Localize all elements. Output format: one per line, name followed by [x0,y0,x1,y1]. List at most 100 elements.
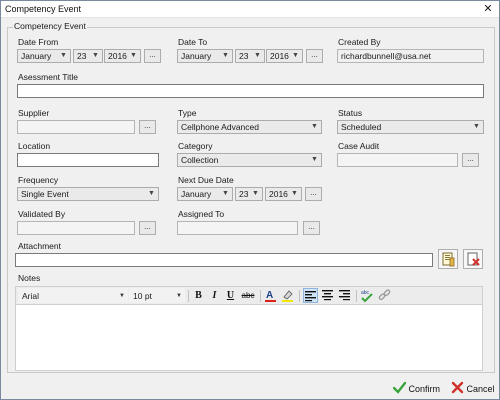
confirm-button[interactable]: Confirm [392,381,441,396]
align-left-icon [305,291,316,302]
close-icon[interactable]: ✕ [481,3,495,16]
checkmark-icon [392,381,407,394]
align-center-icon [322,290,333,301]
underline-button[interactable]: U [223,288,238,303]
frequency-select[interactable]: Single Event ▼ [17,187,159,201]
chevron-down-icon: ▼ [222,52,229,59]
bold-button[interactable]: B [191,288,206,303]
supplier-label: Supplier [18,108,50,118]
insert-link-button[interactable] [377,288,392,303]
italic-button[interactable]: I [207,288,222,303]
competency-event-dialog: Competency Event ✕ Competency Event Date… [0,0,500,400]
attachment-label: Attachment [18,241,61,251]
spell-check-icon: abc [361,290,373,303]
toolbar-separator [299,290,300,302]
chevron-down-icon: ▼ [252,190,259,197]
frequency-label: Frequency [18,175,59,185]
date-to-day-select[interactable]: 23 ▼ [235,49,265,63]
strikethrough-button[interactable]: abc [239,288,257,303]
highlighter-icon [282,290,293,302]
chevron-down-icon: ▼ [148,190,155,197]
next-due-year-select[interactable]: 2016 ▼ [265,187,302,201]
delete-file-icon [467,252,480,266]
spell-check-button[interactable]: abc [360,288,375,303]
browse-attachment-button[interactable] [438,249,458,269]
chevron-down-icon: ▼ [119,293,125,299]
chevron-down-icon: ▼ [473,123,480,130]
title-bar: Competency Event ✕ [1,1,499,18]
chevron-down-icon: ▼ [60,52,67,59]
toolbar-separator [356,290,357,302]
align-right-button[interactable] [337,288,352,303]
chevron-down-icon: ▼ [92,52,99,59]
next-due-month-select[interactable]: January ▼ [177,187,233,201]
assigned-to-field [177,221,298,235]
status-select[interactable]: Scheduled ▼ [337,120,484,134]
toolbar-separator [260,290,261,302]
attachment-input[interactable] [15,253,433,267]
created-by-field: richardbunnell@usa.net [337,49,484,63]
cancel-x-icon [451,381,464,394]
font-family-select[interactable]: Arial ▼ [18,288,128,303]
group-title: Competency Event [13,21,87,31]
category-select[interactable]: Collection ▼ [177,153,322,167]
confirm-label: Confirm [408,384,441,394]
date-to-label: Date To [178,37,208,47]
date-from-day-select[interactable]: 23 ▼ [73,49,103,63]
open-file-icon [442,252,455,267]
case-audit-field [337,153,458,167]
font-color-icon: A [265,290,276,302]
date-from-label: Date From [18,37,59,47]
chevron-down-icon: ▼ [311,123,318,130]
toolbar-separator [188,290,189,302]
align-center-button[interactable] [320,288,335,303]
assessment-title-label: Asessment Title [18,72,78,82]
type-select[interactable]: Cellphone Advanced ▼ [177,120,322,134]
svg-text:A: A [266,290,273,301]
validated-by-picker-button[interactable]: ... [139,221,156,235]
date-from-month-select[interactable]: January ▼ [17,49,71,63]
notes-formatting-toolbar: Arial ▼ 10 pt ▼ B I U abc A abc [15,286,483,304]
chevron-down-icon: ▼ [130,52,137,59]
assigned-to-label: Assigned To [178,209,225,219]
date-from-year-select[interactable]: 2016 ▼ [104,49,141,63]
chevron-down-icon: ▼ [254,52,261,59]
align-right-icon [339,290,350,301]
next-due-date-label: Next Due Date [178,175,234,185]
case-audit-label: Case Audit [338,141,380,151]
validated-by-label: Validated By [18,209,66,219]
font-color-button[interactable]: A [263,288,278,303]
notes-editor[interactable] [15,304,483,371]
svg-text:abc: abc [361,290,370,296]
category-label: Category [178,141,213,151]
chevron-down-icon: ▼ [292,52,299,59]
type-label: Type [178,108,197,118]
date-from-picker-button[interactable]: ... [144,49,161,63]
cancel-button[interactable]: Cancel [451,381,495,396]
location-label: Location [18,141,51,151]
assessment-title-input[interactable] [17,84,484,98]
created-by-label: Created By [338,37,381,47]
case-audit-picker-button[interactable]: ... [462,153,479,167]
remove-attachment-button[interactable] [463,249,483,269]
font-size-select[interactable]: 10 pt ▼ [129,288,185,303]
date-to-picker-button[interactable]: ... [306,49,323,63]
assigned-to-picker-button[interactable]: ... [303,221,320,235]
date-to-year-select[interactable]: 2016 ▼ [266,49,303,63]
highlight-color-button[interactable] [280,288,295,303]
window-title: Competency Event [5,4,82,14]
date-to-month-select[interactable]: January ▼ [177,49,233,63]
next-due-day-select[interactable]: 23 ▼ [235,187,263,201]
next-due-picker-button[interactable]: ... [305,187,322,201]
align-left-button[interactable] [303,288,318,303]
link-icon [378,289,391,301]
location-input[interactable] [17,153,159,167]
supplier-field [17,120,135,134]
chevron-down-icon: ▼ [176,293,182,299]
validated-by-field [17,221,135,235]
cancel-label: Cancel [466,384,495,394]
supplier-picker-button[interactable]: ... [139,120,156,134]
chevron-down-icon: ▼ [311,156,318,163]
notes-label: Notes [18,273,41,283]
status-label: Status [338,108,363,118]
